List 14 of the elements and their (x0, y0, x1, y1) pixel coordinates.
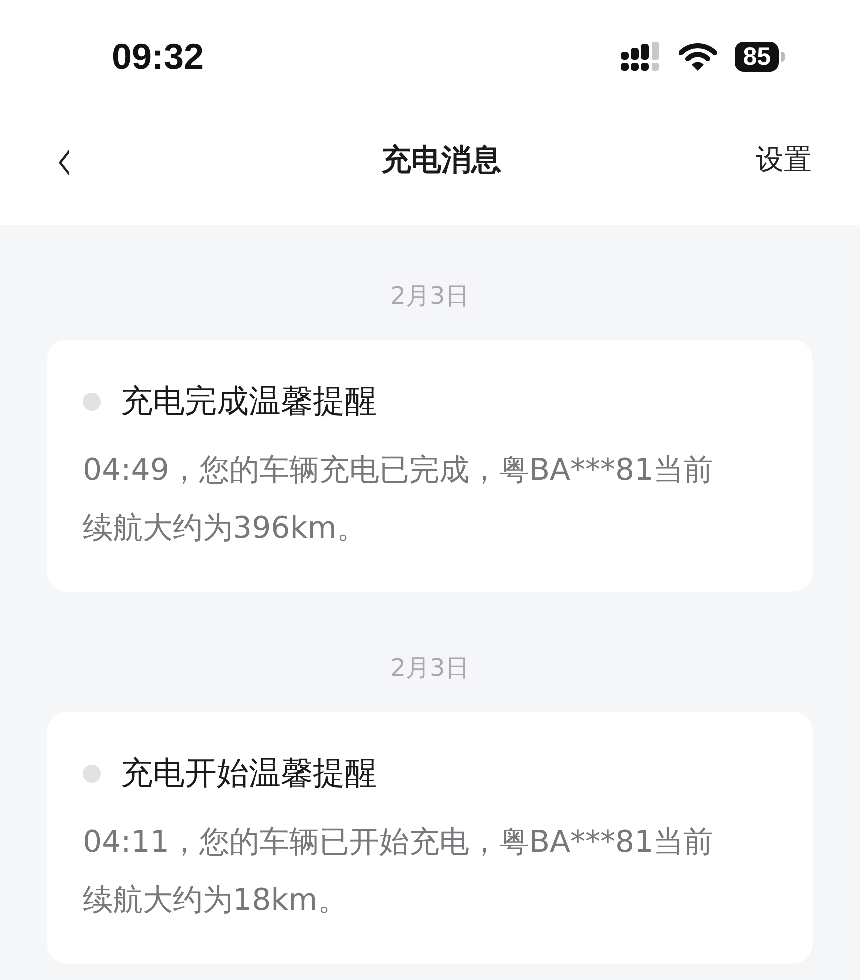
message-title: 充电完成温馨提醒 (121, 381, 377, 422)
message-body: 04:49，您的车辆充电已完成，粤BA***81当前续航大约为396km。 (83, 452, 715, 548)
message-body: 04:11，您的车辆已开始充电，粤BA***81当前续航大约为18km。 (83, 824, 715, 920)
date-label: 2月3日 (390, 653, 470, 684)
date-label: 2月3日 (390, 281, 470, 312)
message-card[interactable]: 充电开始温馨提醒 04:11，您的车辆已开始充电，粤BA***81当前续航大约为18km。 (47, 712, 813, 964)
message-card[interactable]: 充电完成温馨提醒 04:49，您的车辆充电已完成，粤BA***81当前续航大约为396km。 (47, 340, 813, 592)
signal-icon (621, 42, 662, 72)
status-time: 09:32 (112, 36, 204, 78)
settings-button[interactable]: 设置 (756, 141, 812, 179)
page-title: 充电消息 (380, 142, 502, 180)
back-button[interactable]: ‹ (48, 129, 80, 191)
wifi-icon (679, 42, 718, 70)
message-title: 充电开始温馨提醒 (121, 753, 377, 794)
